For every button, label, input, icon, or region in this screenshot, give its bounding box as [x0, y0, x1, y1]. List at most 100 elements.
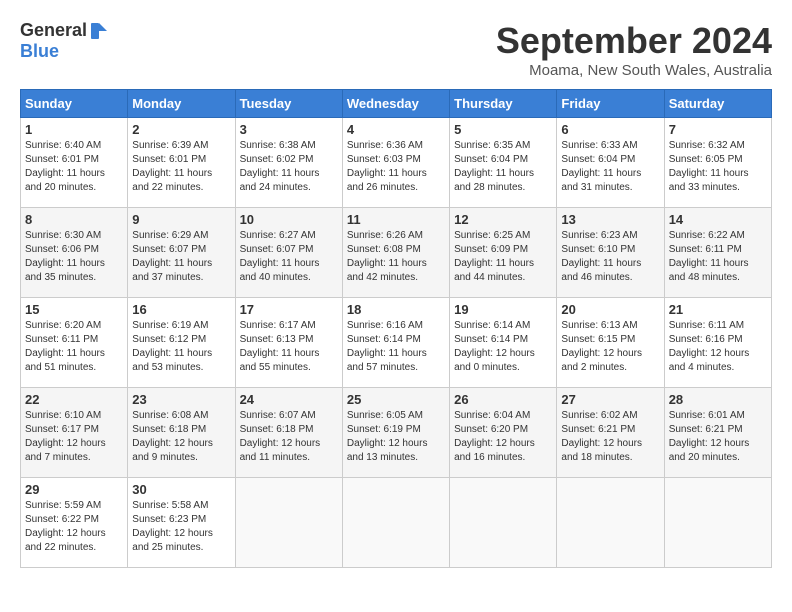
table-row: 6 Sunrise: 6:33 AMSunset: 6:04 PMDayligh…	[557, 118, 664, 208]
col-wednesday: Wednesday	[342, 90, 449, 118]
table-row: 30 Sunrise: 5:58 AMSunset: 6:23 PMDaylig…	[128, 478, 235, 568]
day-number: 21	[669, 302, 767, 317]
day-number: 17	[240, 302, 338, 317]
day-number: 4	[347, 122, 445, 137]
month-title: September 2024	[496, 20, 772, 62]
table-row: 19 Sunrise: 6:14 AMSunset: 6:14 PMDaylig…	[450, 298, 557, 388]
day-number: 23	[132, 392, 230, 407]
day-info: Sunrise: 6:30 AMSunset: 6:06 PMDaylight:…	[25, 230, 105, 283]
calendar-week-row: 1 Sunrise: 6:40 AMSunset: 6:01 PMDayligh…	[21, 118, 772, 208]
table-row: 1 Sunrise: 6:40 AMSunset: 6:01 PMDayligh…	[21, 118, 128, 208]
table-row	[557, 478, 664, 568]
day-info: Sunrise: 6:25 AMSunset: 6:09 PMDaylight:…	[454, 230, 534, 283]
table-row: 26 Sunrise: 6:04 AMSunset: 6:20 PMDaylig…	[450, 388, 557, 478]
day-number: 25	[347, 392, 445, 407]
calendar-week-row: 22 Sunrise: 6:10 AMSunset: 6:17 PMDaylig…	[21, 388, 772, 478]
day-number: 27	[561, 392, 659, 407]
day-number: 3	[240, 122, 338, 137]
day-info: Sunrise: 6:05 AMSunset: 6:19 PMDaylight:…	[347, 410, 428, 463]
table-row: 27 Sunrise: 6:02 AMSunset: 6:21 PMDaylig…	[557, 388, 664, 478]
table-row: 5 Sunrise: 6:35 AMSunset: 6:04 PMDayligh…	[450, 118, 557, 208]
col-saturday: Saturday	[664, 90, 771, 118]
day-info: Sunrise: 6:38 AMSunset: 6:02 PMDaylight:…	[240, 140, 320, 193]
table-row: 8 Sunrise: 6:30 AMSunset: 6:06 PMDayligh…	[21, 208, 128, 298]
table-row: 18 Sunrise: 6:16 AMSunset: 6:14 PMDaylig…	[342, 298, 449, 388]
day-number: 19	[454, 302, 552, 317]
day-info: Sunrise: 6:02 AMSunset: 6:21 PMDaylight:…	[561, 410, 642, 463]
day-number: 26	[454, 392, 552, 407]
calendar-table: Sunday Monday Tuesday Wednesday Thursday…	[20, 89, 772, 568]
day-info: Sunrise: 6:16 AMSunset: 6:14 PMDaylight:…	[347, 320, 427, 373]
calendar-header-row: Sunday Monday Tuesday Wednesday Thursday…	[21, 90, 772, 118]
day-number: 18	[347, 302, 445, 317]
calendar-week-row: 29 Sunrise: 5:59 AMSunset: 6:22 PMDaylig…	[21, 478, 772, 568]
table-row: 25 Sunrise: 6:05 AMSunset: 6:19 PMDaylig…	[342, 388, 449, 478]
table-row	[342, 478, 449, 568]
day-info: Sunrise: 6:36 AMSunset: 6:03 PMDaylight:…	[347, 140, 427, 193]
day-info: Sunrise: 6:19 AMSunset: 6:12 PMDaylight:…	[132, 320, 212, 373]
day-number: 14	[669, 212, 767, 227]
table-row: 28 Sunrise: 6:01 AMSunset: 6:21 PMDaylig…	[664, 388, 771, 478]
day-number: 12	[454, 212, 552, 227]
title-area: September 2024 Moama, New South Wales, A…	[496, 20, 772, 79]
day-number: 28	[669, 392, 767, 407]
col-thursday: Thursday	[450, 90, 557, 118]
header: General Blue September 2024 Moama, New S…	[20, 20, 772, 79]
day-info: Sunrise: 6:17 AMSunset: 6:13 PMDaylight:…	[240, 320, 320, 373]
table-row	[235, 478, 342, 568]
day-info: Sunrise: 6:13 AMSunset: 6:15 PMDaylight:…	[561, 320, 642, 373]
table-row: 16 Sunrise: 6:19 AMSunset: 6:12 PMDaylig…	[128, 298, 235, 388]
calendar-week-row: 8 Sunrise: 6:30 AMSunset: 6:06 PMDayligh…	[21, 208, 772, 298]
day-number: 13	[561, 212, 659, 227]
table-row: 15 Sunrise: 6:20 AMSunset: 6:11 PMDaylig…	[21, 298, 128, 388]
table-row	[450, 478, 557, 568]
day-number: 9	[132, 212, 230, 227]
day-number: 2	[132, 122, 230, 137]
table-row: 13 Sunrise: 6:23 AMSunset: 6:10 PMDaylig…	[557, 208, 664, 298]
table-row: 12 Sunrise: 6:25 AMSunset: 6:09 PMDaylig…	[450, 208, 557, 298]
day-number: 20	[561, 302, 659, 317]
day-info: Sunrise: 6:29 AMSunset: 6:07 PMDaylight:…	[132, 230, 212, 283]
day-info: Sunrise: 6:40 AMSunset: 6:01 PMDaylight:…	[25, 140, 105, 193]
table-row: 23 Sunrise: 6:08 AMSunset: 6:18 PMDaylig…	[128, 388, 235, 478]
day-info: Sunrise: 6:39 AMSunset: 6:01 PMDaylight:…	[132, 140, 212, 193]
day-info: Sunrise: 6:11 AMSunset: 6:16 PMDaylight:…	[669, 320, 750, 373]
day-number: 11	[347, 212, 445, 227]
day-info: Sunrise: 6:35 AMSunset: 6:04 PMDaylight:…	[454, 140, 534, 193]
day-info: Sunrise: 6:23 AMSunset: 6:10 PMDaylight:…	[561, 230, 641, 283]
table-row: 10 Sunrise: 6:27 AMSunset: 6:07 PMDaylig…	[235, 208, 342, 298]
location: Moama, New South Wales, Australia	[496, 62, 772, 79]
day-info: Sunrise: 6:14 AMSunset: 6:14 PMDaylight:…	[454, 320, 535, 373]
day-number: 10	[240, 212, 338, 227]
table-row: 9 Sunrise: 6:29 AMSunset: 6:07 PMDayligh…	[128, 208, 235, 298]
day-info: Sunrise: 6:27 AMSunset: 6:07 PMDaylight:…	[240, 230, 320, 283]
day-number: 6	[561, 122, 659, 137]
table-row: 3 Sunrise: 6:38 AMSunset: 6:02 PMDayligh…	[235, 118, 342, 208]
logo-general-text: General	[20, 20, 87, 41]
day-info: Sunrise: 6:32 AMSunset: 6:05 PMDaylight:…	[669, 140, 749, 193]
day-number: 7	[669, 122, 767, 137]
day-number: 22	[25, 392, 123, 407]
day-info: Sunrise: 6:01 AMSunset: 6:21 PMDaylight:…	[669, 410, 750, 463]
day-info: Sunrise: 6:33 AMSunset: 6:04 PMDaylight:…	[561, 140, 641, 193]
day-info: Sunrise: 6:10 AMSunset: 6:17 PMDaylight:…	[25, 410, 106, 463]
col-friday: Friday	[557, 90, 664, 118]
col-monday: Monday	[128, 90, 235, 118]
day-number: 24	[240, 392, 338, 407]
col-tuesday: Tuesday	[235, 90, 342, 118]
calendar-week-row: 15 Sunrise: 6:20 AMSunset: 6:11 PMDaylig…	[21, 298, 772, 388]
table-row: 4 Sunrise: 6:36 AMSunset: 6:03 PMDayligh…	[342, 118, 449, 208]
day-info: Sunrise: 5:59 AMSunset: 6:22 PMDaylight:…	[25, 500, 106, 553]
day-number: 16	[132, 302, 230, 317]
day-number: 5	[454, 122, 552, 137]
day-number: 30	[132, 482, 230, 497]
day-number: 1	[25, 122, 123, 137]
table-row: 7 Sunrise: 6:32 AMSunset: 6:05 PMDayligh…	[664, 118, 771, 208]
table-row: 24 Sunrise: 6:07 AMSunset: 6:18 PMDaylig…	[235, 388, 342, 478]
day-info: Sunrise: 6:22 AMSunset: 6:11 PMDaylight:…	[669, 230, 749, 283]
table-row: 11 Sunrise: 6:26 AMSunset: 6:08 PMDaylig…	[342, 208, 449, 298]
table-row: 22 Sunrise: 6:10 AMSunset: 6:17 PMDaylig…	[21, 388, 128, 478]
day-number: 8	[25, 212, 123, 227]
logo-blue-text: Blue	[20, 41, 59, 62]
day-info: Sunrise: 6:07 AMSunset: 6:18 PMDaylight:…	[240, 410, 321, 463]
